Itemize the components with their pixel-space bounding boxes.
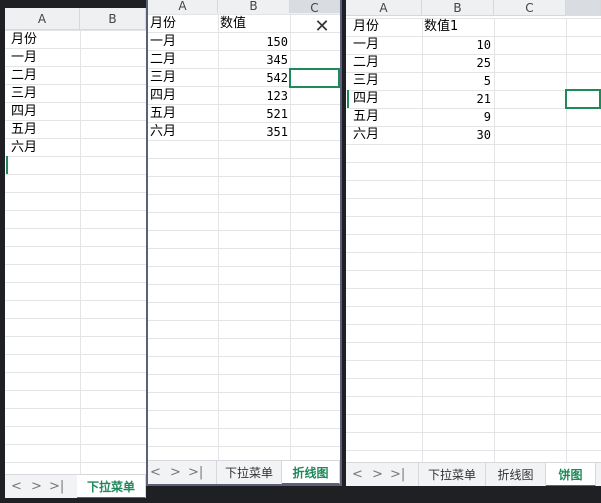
cell-value[interactable]: 30 bbox=[424, 126, 491, 144]
cell-a2[interactable]: 一月 bbox=[11, 49, 37, 67]
chevron-right-icon[interactable]: > bbox=[31, 475, 42, 498]
cell-value[interactable]: 10 bbox=[424, 36, 491, 54]
column-header-bar: A B bbox=[5, 8, 146, 30]
cell-value[interactable]: 150 bbox=[220, 33, 288, 51]
cell-value[interactable]: 521 bbox=[220, 105, 288, 123]
chevron-left-icon[interactable]: < bbox=[11, 475, 22, 498]
tab-dropdown-menu[interactable]: 下拉菜单 bbox=[216, 461, 282, 484]
cell-value[interactable]: 9 bbox=[424, 108, 491, 126]
header-month[interactable]: 月份 bbox=[150, 15, 176, 33]
active-cell-cursor bbox=[347, 90, 349, 108]
cell-value[interactable]: 345 bbox=[220, 51, 288, 69]
cell-month[interactable]: 五月 bbox=[353, 108, 379, 126]
cell-a3[interactable]: 二月 bbox=[11, 67, 37, 85]
cell-month[interactable]: 一月 bbox=[150, 33, 176, 51]
cell-month[interactable]: 六月 bbox=[353, 126, 379, 144]
column-header-a[interactable]: A bbox=[148, 0, 218, 13]
cell-value[interactable]: 542 bbox=[220, 69, 288, 87]
cell-month[interactable]: 五月 bbox=[150, 105, 176, 123]
active-cell-cursor bbox=[6, 156, 8, 174]
cell-month[interactable]: 四月 bbox=[353, 90, 379, 108]
chevron-right-icon[interactable]: > bbox=[372, 463, 383, 486]
spreadsheet-window-left: A B 月份 一月 二月 三月 四月 五月 六月 < > >| 下拉菜单 bbox=[5, 8, 146, 498]
sheet-tab-bar: < > >| 下拉菜单 折线图 饼图 bbox=[346, 462, 601, 486]
cell-month[interactable]: 三月 bbox=[150, 69, 176, 87]
cell-month[interactable]: 一月 bbox=[353, 36, 379, 54]
selected-cell[interactable] bbox=[565, 89, 601, 109]
cell-month[interactable]: 四月 bbox=[150, 87, 176, 105]
column-header-b[interactable]: B bbox=[422, 0, 494, 16]
sheet-tab-bar: < > >| 下拉菜单 bbox=[5, 474, 146, 498]
column-header-a[interactable]: A bbox=[346, 0, 422, 16]
cell-month[interactable]: 三月 bbox=[353, 72, 379, 90]
skip-last-icon[interactable]: >| bbox=[49, 475, 64, 498]
cell-month[interactable]: 六月 bbox=[150, 123, 176, 141]
chevron-right-icon[interactable]: > bbox=[170, 461, 181, 484]
tab-pie-chart[interactable]: 饼图 bbox=[546, 463, 596, 486]
tab-line-chart[interactable]: 折线图 bbox=[282, 461, 340, 484]
cell-value[interactable]: 21 bbox=[424, 90, 491, 108]
tab-line-chart[interactable]: 折线图 bbox=[486, 463, 546, 486]
header-month[interactable]: 月份 bbox=[353, 18, 379, 36]
cell-value[interactable]: 351 bbox=[220, 123, 288, 141]
cell-a4[interactable]: 三月 bbox=[11, 85, 37, 103]
cell-a7[interactable]: 六月 bbox=[11, 139, 37, 157]
column-header-a[interactable]: A bbox=[5, 8, 80, 30]
skip-last-icon[interactable]: >| bbox=[390, 463, 405, 486]
cell-month[interactable]: 二月 bbox=[353, 54, 379, 72]
cell-value[interactable]: 25 bbox=[424, 54, 491, 72]
column-header-bar: A B C bbox=[148, 0, 340, 15]
cell-value[interactable]: 5 bbox=[424, 72, 491, 90]
chevron-left-icon[interactable]: < bbox=[150, 461, 161, 484]
cell-value[interactable]: 123 bbox=[220, 87, 288, 105]
sheet-tab-bar: < > >| 下拉菜单 折线图 bbox=[148, 460, 340, 484]
column-header-d[interactable] bbox=[566, 0, 601, 16]
cell-a1[interactable]: 月份 bbox=[11, 31, 37, 49]
selected-cell[interactable] bbox=[289, 68, 340, 88]
tab-dropdown-menu[interactable]: 下拉菜单 bbox=[418, 463, 486, 486]
header-value[interactable]: 数值1 bbox=[424, 18, 458, 36]
cell-a5[interactable]: 四月 bbox=[11, 103, 37, 121]
spreadsheet-window-middle: A B C 月份 数值 ✕ 一月 150 二月 345 三月 542 四月 12… bbox=[148, 0, 340, 484]
column-header-bar: A B C bbox=[346, 0, 601, 16]
column-header-b[interactable]: B bbox=[80, 8, 146, 30]
cell-month[interactable]: 二月 bbox=[150, 51, 176, 69]
chevron-left-icon[interactable]: < bbox=[352, 463, 363, 486]
cell-a6[interactable]: 五月 bbox=[11, 121, 37, 139]
tab-dropdown-menu[interactable]: 下拉菜单 bbox=[77, 475, 146, 498]
column-header-b[interactable]: B bbox=[218, 0, 290, 13]
close-icon[interactable]: ✕ bbox=[312, 17, 332, 37]
spreadsheet-window-right: A B C 月份 数值1 一月 10 二月 25 三月 5 四月 21 五月 9… bbox=[346, 0, 601, 486]
column-header-c[interactable]: C bbox=[290, 0, 340, 15]
column-header-c[interactable]: C bbox=[494, 0, 566, 16]
skip-last-icon[interactable]: >| bbox=[188, 461, 203, 484]
header-value[interactable]: 数值 bbox=[220, 15, 246, 33]
